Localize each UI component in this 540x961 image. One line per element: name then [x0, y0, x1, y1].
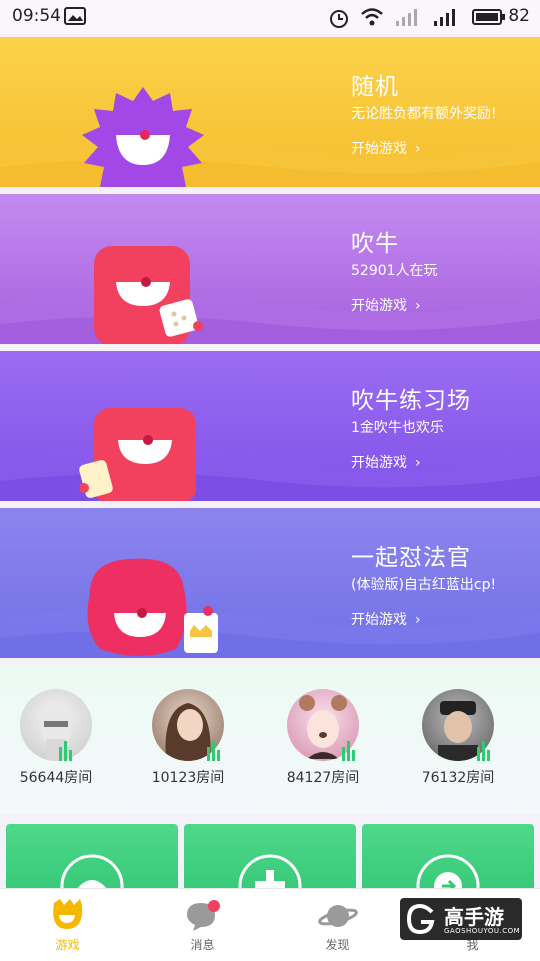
signal-icon — [432, 7, 462, 31]
status-bar: 09:54 82 — [0, 0, 540, 34]
start-game-link[interactable]: 开始游戏 › — [351, 295, 421, 315]
battery-icon — [472, 7, 506, 31]
room-count: 84127房间 — [286, 770, 360, 786]
status-time: 09:54 — [12, 6, 61, 26]
tab-label: 游戏 — [55, 938, 80, 952]
start-game-link[interactable]: 开始游戏 › — [351, 452, 421, 472]
chevron-right-icon: › — [415, 612, 421, 628]
room-item[interactable]: 76132房间 — [398, 689, 518, 787]
avatar — [20, 689, 92, 761]
game-card-random[interactable]: 随机 无论胜负都有额外奖励! 开始游戏 › — [0, 37, 540, 187]
card-title: 吹牛练习场 — [351, 388, 471, 414]
mascot-red-dice-icon — [94, 246, 203, 344]
action-tile-create[interactable] — [184, 824, 356, 894]
room-item[interactable]: 84127房间 — [263, 689, 383, 787]
card-subtitle: (体验版)自古红蓝出cp! — [351, 577, 497, 593]
games-tab-icon — [53, 899, 83, 929]
mascot-purple-sun-icon — [82, 87, 204, 187]
room-count: 10123房间 — [151, 770, 225, 786]
card-title: 一起怼法官 — [351, 545, 471, 571]
signal-4g-icon — [392, 7, 424, 31]
image-notification-icon — [64, 7, 86, 29]
live-bars-icon — [477, 741, 490, 761]
tab-label: 消息 — [190, 938, 215, 952]
action-tile-turtle[interactable] — [6, 824, 178, 894]
wifi-icon — [360, 7, 384, 31]
card-subtitle: 无论胜负都有额外奖励! — [351, 106, 497, 122]
mascot-red-blob-icon — [87, 558, 218, 656]
live-bars-icon — [59, 741, 72, 761]
watermark-g-icon — [406, 904, 435, 934]
watermark-logo: 高手游 GAOSHOUYOU.COM — [400, 898, 522, 940]
action-tile-join[interactable] — [362, 824, 534, 894]
wave-decoration — [0, 294, 540, 344]
tab-discover[interactable]: 发现 — [270, 889, 405, 961]
alarm-icon — [328, 7, 350, 33]
room-count: 56644房间 — [19, 770, 93, 786]
start-game-link[interactable]: 开始游戏 › — [351, 138, 421, 158]
room-item[interactable]: 56644房间 — [0, 689, 116, 787]
tab-messages[interactable]: 消息 — [135, 889, 270, 961]
chevron-right-icon: › — [415, 455, 421, 471]
chevron-right-icon: › — [415, 298, 421, 314]
room-item[interactable]: 10123房间 — [128, 689, 248, 787]
message-bubble-icon — [187, 900, 220, 931]
battery-level: 82 — [508, 6, 530, 26]
live-bars-icon — [342, 741, 355, 761]
start-game-label: 开始游戏 — [351, 612, 407, 628]
live-bars-icon — [207, 741, 220, 761]
start-game-label: 开始游戏 — [351, 455, 407, 471]
card-subtitle: 1金吹牛也欢乐 — [351, 420, 444, 436]
mascot-red-card-icon — [79, 408, 196, 501]
watermark-text: 高手游 — [444, 905, 504, 929]
game-card-bluff[interactable]: 吹牛 52901人在玩 开始游戏 › — [0, 194, 540, 344]
room-count: 76132房间 — [421, 770, 495, 786]
live-rooms-section: 56644房间 10123房间 84127房间 76132房间 — [0, 665, 540, 815]
planet-icon — [318, 905, 358, 927]
action-tiles — [0, 820, 540, 894]
game-card-judge[interactable]: 一起怼法官 (体验版)自古红蓝出cp! 开始游戏 › — [0, 508, 540, 658]
start-game-label: 开始游戏 — [351, 141, 407, 157]
card-title: 随机 — [351, 74, 399, 100]
tab-label: 发现 — [325, 938, 350, 952]
card-title: 吹牛 — [351, 231, 399, 257]
tab-games[interactable]: 游戏 — [0, 889, 135, 961]
chevron-right-icon: › — [415, 141, 421, 157]
watermark-subtext: GAOSHOUYOU.COM — [444, 927, 521, 935]
start-game-label: 开始游戏 — [351, 298, 407, 314]
start-game-link[interactable]: 开始游戏 › — [351, 609, 421, 629]
card-subtitle: 52901人在玩 — [351, 263, 438, 279]
game-card-bluff-practice[interactable]: 吹牛练习场 1金吹牛也欢乐 开始游戏 › — [0, 351, 540, 501]
